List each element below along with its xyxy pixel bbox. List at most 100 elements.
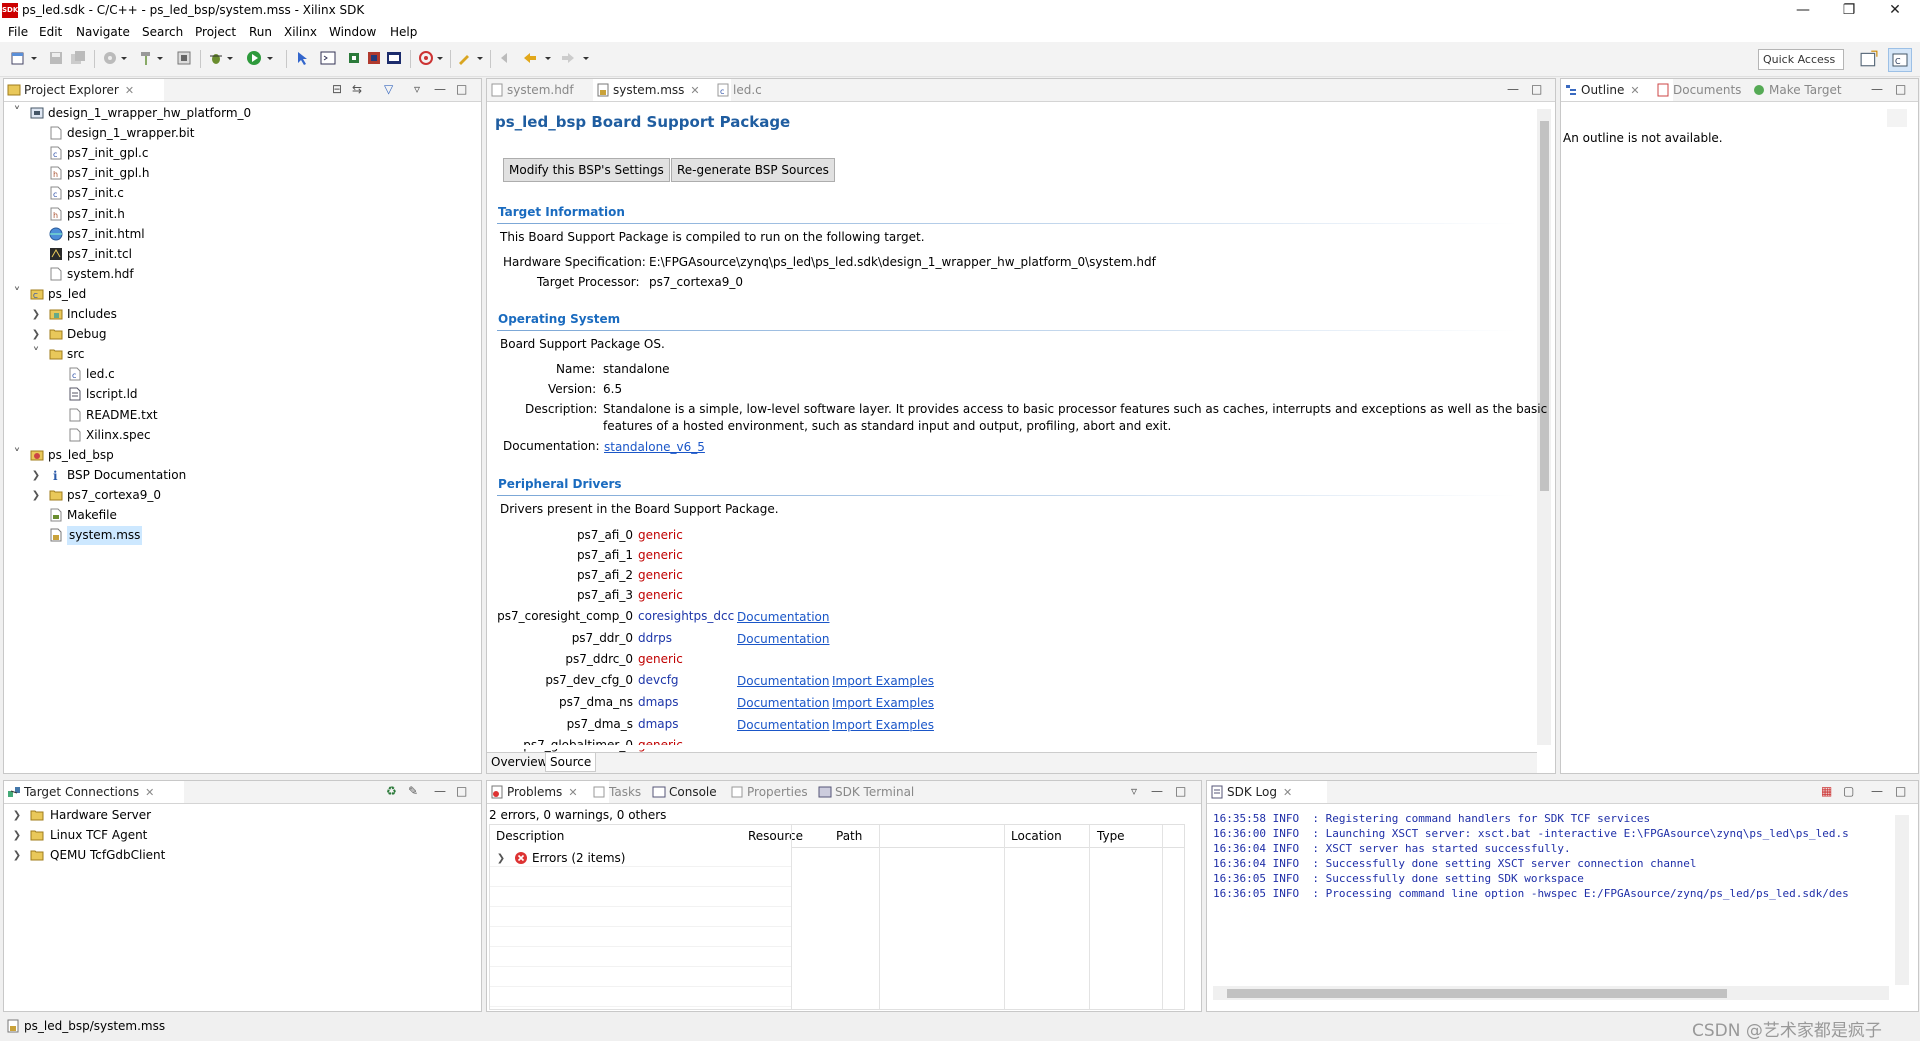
expand-twisty-icon[interactable]: ❯ <box>31 486 41 505</box>
gear-chip-icon[interactable] <box>346 50 362 66</box>
expand-twisty-icon[interactable]: ❯ <box>31 305 41 324</box>
modify-bsp-settings-button[interactable]: Modify this BSP's Settings <box>503 158 670 182</box>
driver-documentation-link[interactable]: Documentation <box>737 632 830 646</box>
menu-project[interactable]: Project <box>195 25 236 39</box>
forward-arrow-icon[interactable] <box>560 50 576 66</box>
pen-dropdown-icon[interactable] <box>476 50 484 66</box>
maximize-view-icon[interactable]: □ <box>456 784 467 798</box>
view-menu-icon[interactable]: ▿ <box>414 82 420 96</box>
back-dropdown-icon[interactable] <box>544 50 552 66</box>
tab-sdk-log[interactable]: SDK Log ✕ <box>1207 781 1327 803</box>
build-config-dropdown-icon[interactable] <box>120 50 128 66</box>
open-perspective-icon[interactable] <box>1860 50 1878 68</box>
save-icon[interactable] <box>48 50 64 66</box>
tab-target-connections[interactable]: Target Connections ✕ <box>4 781 184 803</box>
minimize-view-icon[interactable]: — <box>1871 784 1883 798</box>
close-button[interactable]: ✕ <box>1872 0 1918 22</box>
tab-make-target[interactable]: Make Target <box>1749 79 1869 101</box>
tab-project-explorer[interactable]: Project Explorer ✕ <box>4 79 164 101</box>
debug-icon[interactable] <box>208 50 224 66</box>
run-icon[interactable] <box>246 50 262 66</box>
new-connection-icon[interactable]: ♻ <box>386 784 397 798</box>
regenerate-bsp-button[interactable]: Re-generate BSP Sources <box>671 158 835 182</box>
hardware-icon[interactable] <box>366 50 382 66</box>
menu-edit[interactable]: Edit <box>39 25 62 39</box>
menu-search[interactable]: Search <box>142 25 183 39</box>
menu-help[interactable]: Help <box>390 25 417 39</box>
menu-run[interactable]: Run <box>249 25 272 39</box>
hammer-dropdown-icon[interactable] <box>156 50 164 66</box>
expand-twisty-icon[interactable]: ❯ <box>31 466 41 485</box>
quick-access-field[interactable]: Quick Access <box>1758 49 1844 70</box>
maximize-view-icon[interactable]: □ <box>456 82 467 96</box>
driver-import-examples-link[interactable]: Import Examples <box>832 718 934 732</box>
close-icon[interactable]: ✕ <box>1630 84 1639 97</box>
menu-file[interactable]: File <box>8 25 28 39</box>
cpp-perspective-button[interactable]: C <box>1888 48 1912 72</box>
terminal-icon[interactable] <box>386 50 402 66</box>
link-editor-icon[interactable]: ⇆ <box>352 82 362 96</box>
col-type[interactable]: Type <box>1097 829 1125 843</box>
pointer-icon[interactable] <box>294 50 310 66</box>
filter-icon[interactable]: ▽ <box>384 82 393 96</box>
close-icon[interactable]: ✕ <box>1283 786 1292 799</box>
restore-button[interactable]: ❐ <box>1826 0 1872 22</box>
close-icon[interactable]: ✕ <box>690 84 699 97</box>
os-doc-link[interactable]: standalone_v6_5 <box>604 440 705 454</box>
log-hscrollbar[interactable] <box>1213 986 1889 1000</box>
tab-led-c[interactable]: c led.c <box>713 79 813 101</box>
minimize-view-icon[interactable]: — <box>434 82 446 96</box>
col-resource[interactable]: Resource <box>748 829 803 843</box>
tab-overview[interactable]: Overview <box>491 755 548 769</box>
menu-navigate[interactable]: Navigate <box>76 25 130 39</box>
log-hscrollbar-thumb[interactable] <box>1227 989 1727 998</box>
edit-connection-icon[interactable]: ✎ <box>408 784 418 798</box>
last-edit-icon[interactable] <box>498 50 514 66</box>
new-icon[interactable] <box>10 50 26 66</box>
hammer-icon[interactable] <box>138 50 154 66</box>
col-description[interactable]: Description <box>496 829 564 843</box>
save-all-icon[interactable] <box>70 50 86 66</box>
xsct-console-icon[interactable] <box>320 50 336 66</box>
minimize-button[interactable]: — <box>1780 0 1826 22</box>
collapse-twisty-icon[interactable]: ˅ <box>31 345 41 364</box>
tab-system-mss[interactable]: system.mss ✕ <box>593 79 731 101</box>
driver-import-examples-link[interactable]: Import Examples <box>832 674 934 688</box>
tab-sdk-terminal[interactable]: SDK Terminal <box>815 781 945 803</box>
connect-icon[interactable] <box>418 50 434 66</box>
close-icon[interactable]: ✕ <box>125 84 134 97</box>
copy-log-icon[interactable]: ▢ <box>1843 784 1854 798</box>
editor-scrollbar[interactable] <box>1537 109 1551 745</box>
run-dropdown-icon[interactable] <box>266 50 274 66</box>
clear-log-icon[interactable]: ▦ <box>1821 784 1832 798</box>
maximize-view-icon[interactable]: □ <box>1531 82 1542 96</box>
driver-documentation-link[interactable]: Documentation <box>737 674 830 688</box>
program-fpga-icon[interactable] <box>176 50 192 66</box>
maximize-view-icon[interactable]: □ <box>1895 82 1906 96</box>
new-dropdown-icon[interactable] <box>30 50 38 66</box>
close-icon[interactable]: ✕ <box>568 786 577 799</box>
maximize-view-icon[interactable]: □ <box>1895 784 1906 798</box>
minimize-view-icon[interactable]: — <box>434 784 446 798</box>
col-location[interactable]: Location <box>1011 829 1062 843</box>
back-arrow-icon[interactable] <box>522 50 538 66</box>
view-menu-icon[interactable]: ▿ <box>1131 784 1137 798</box>
close-icon[interactable]: ✕ <box>145 786 154 799</box>
collapse-twisty-icon[interactable]: ˅ <box>12 104 22 123</box>
driver-documentation-link[interactable]: Documentation <box>737 696 830 710</box>
editor-scrollbar-thumb[interactable] <box>1540 121 1549 491</box>
log-vscrollbar[interactable] <box>1895 815 1909 985</box>
col-path[interactable]: Path <box>836 829 862 843</box>
tab-source[interactable]: Source <box>545 753 597 772</box>
build-config-icon[interactable] <box>102 50 118 66</box>
minimize-view-icon[interactable]: — <box>1507 82 1519 96</box>
maximize-view-icon[interactable]: □ <box>1175 784 1186 798</box>
debug-dropdown-icon[interactable] <box>226 50 234 66</box>
menu-xilinx[interactable]: Xilinx <box>284 25 317 39</box>
driver-import-examples-link[interactable]: Import Examples <box>832 696 934 710</box>
minimize-view-icon[interactable]: — <box>1151 784 1163 798</box>
collapse-twisty-icon[interactable]: ˅ <box>12 285 22 304</box>
forward-dropdown-icon[interactable] <box>582 50 590 66</box>
driver-documentation-link[interactable]: Documentation <box>737 610 830 624</box>
collapse-twisty-icon[interactable]: ˅ <box>12 446 22 465</box>
